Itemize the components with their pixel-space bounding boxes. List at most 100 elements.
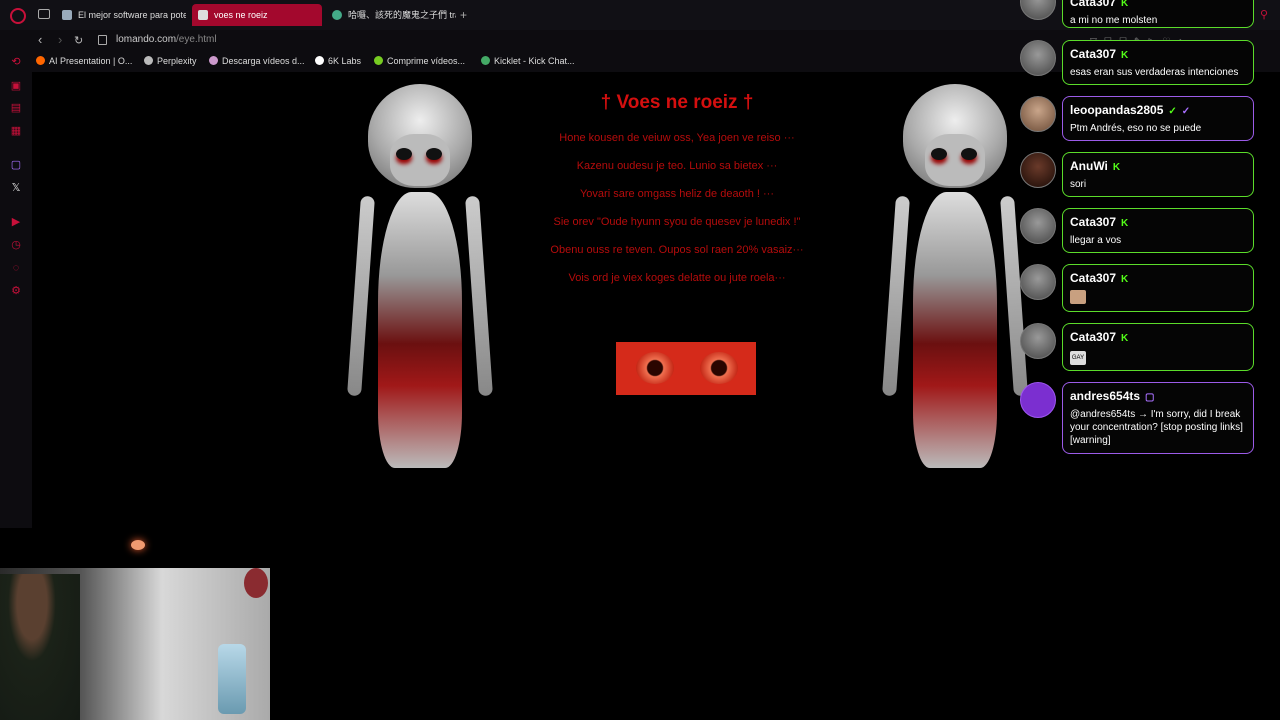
figure-eye: [426, 148, 442, 160]
chat-message: Cata307 K GAY: [1062, 323, 1254, 371]
settings-icon[interactable]: ⚙: [10, 285, 22, 297]
wall-lamp: [244, 568, 268, 598]
tab-label: voes ne roeiz: [214, 10, 268, 20]
figure-arm: [347, 195, 375, 397]
tab-label: El mejor software para pote: [78, 10, 186, 20]
opera-logo-icon[interactable]: [10, 8, 26, 24]
tab-software[interactable]: El mejor software para pote: [56, 4, 186, 26]
avatar: [1020, 96, 1056, 132]
page-text-block: † Voes ne roeiz † Hone kousen de veiuw o…: [512, 92, 842, 300]
avatar: [1020, 208, 1056, 244]
chat-message: Cata307 K a mi no me molsten: [1062, 0, 1254, 28]
back-icon[interactable]: ‹: [38, 32, 42, 47]
figure-eye: [961, 148, 977, 160]
figure-arm: [882, 195, 910, 397]
chat-text: esas eran sus verdaderas intenciones: [1070, 67, 1239, 78]
bookmark-item[interactable]: AI Presentation | O...: [36, 56, 132, 66]
x-icon[interactable]: 𝕏: [10, 182, 22, 194]
figure-arm: [465, 195, 493, 397]
water-bottle: [218, 644, 246, 714]
tab-favicon-icon: [332, 10, 342, 20]
figure-eye: [396, 148, 412, 160]
chat-text: a mi no me molsten: [1070, 15, 1158, 26]
player-icon[interactable]: ▶: [10, 216, 22, 228]
chat-username: leoopandas2805: [1070, 103, 1164, 117]
cat-emote-icon: [1070, 290, 1086, 304]
avatar: [1020, 40, 1056, 76]
figure-face: [925, 134, 985, 186]
chat-username: Cata307: [1070, 0, 1117, 9]
reload-icon[interactable]: ↻: [74, 34, 83, 47]
chat-message: Cata307 K llegar a vos: [1062, 208, 1254, 253]
chat-message: Cata307 K: [1062, 264, 1254, 312]
chat-text: sori: [1070, 179, 1087, 190]
news-icon[interactable]: ▦: [10, 125, 22, 137]
url-path: /eye.html: [176, 34, 217, 45]
eye-shape: [700, 352, 738, 384]
page-line: Vois ord je viex koges delatte ou jute r…: [568, 272, 786, 284]
bookmark-item[interactable]: Descarga vídeos d...: [209, 56, 305, 66]
clock-icon[interactable]: ◷: [10, 239, 22, 251]
tab-voes-ne-roeiz[interactable]: voes ne roeiz: [192, 4, 322, 26]
tab-islands-icon[interactable]: [38, 9, 50, 19]
chat-username: andres654ts: [1070, 389, 1141, 403]
chat-message: AnuWi K sori: [1062, 152, 1254, 197]
bookmark-icon: [315, 56, 324, 65]
twitch-badge-icon: ▢: [1145, 392, 1155, 403]
tab-favicon-icon: [62, 10, 72, 20]
new-tab-button[interactable]: +: [460, 8, 467, 22]
bookmark-item[interactable]: Comprime vídeos...: [374, 56, 465, 66]
chat-text: @andres654ts → I'm sorry, did I break yo…: [1070, 409, 1243, 446]
avatar: [1020, 323, 1056, 359]
verified-badge-icon: ✓: [1168, 106, 1177, 117]
figure-body: [378, 192, 462, 468]
avatar: [1020, 0, 1056, 20]
gay-emote-icon: GAY: [1070, 351, 1086, 365]
red-eyes-image: [616, 342, 756, 395]
page-line: Sie orev "Oude hyunn syou de quesev je l…: [553, 216, 801, 228]
perplexity-icon: [144, 56, 153, 65]
bookmark-item[interactable]: Kicklet - Kick Chat...: [481, 56, 575, 66]
chat-username: AnuWi: [1070, 159, 1108, 173]
history-icon[interactable]: ⟲: [10, 56, 22, 68]
figure-face: [390, 134, 450, 186]
browser-sidebar: ⟲ ▣ ▤ ▦ ▢ 𝕏 ▶ ◷ ◌ ⚙: [0, 52, 32, 528]
wallet-icon[interactable]: ▣: [10, 80, 22, 92]
forward-icon[interactable]: ›: [58, 32, 62, 47]
chat-message: leoopandas2805 ✓ ✓ Ptm Andrés, eso no se p…: [1062, 96, 1254, 141]
chat-text: Ptm Andrés, eso no se puede: [1070, 123, 1202, 134]
tab-label: 哈囉、該死的魔鬼之子們 tra: [348, 10, 456, 20]
page-line: Yovari sare omgass heliz de deaoth ! ···: [579, 188, 775, 200]
ghost-figure-left: [347, 84, 493, 468]
bookmark-icon: [36, 56, 45, 65]
eye-shape: [636, 352, 674, 384]
bookmark-icon: [481, 56, 490, 65]
bookmark-item[interactable]: 6K Labs: [315, 56, 361, 66]
page-line: Kazenu oudesu je teo. Lunio sa bietex ··…: [576, 160, 778, 172]
twitch-icon[interactable]: ▢: [10, 159, 22, 171]
lock-icon: [98, 35, 107, 45]
kick-badge-icon: K: [1121, 50, 1129, 61]
kick-badge-icon: K: [1121, 218, 1129, 229]
pinboard-icon[interactable]: ▤: [10, 102, 22, 114]
streamer-figure: [0, 574, 80, 720]
bookmark-item[interactable]: Perplexity: [144, 56, 197, 66]
kick-badge-icon: K: [1121, 274, 1129, 285]
twitch-badge-icon: ✓: [1181, 106, 1191, 117]
kick-badge-icon: K: [1112, 162, 1121, 173]
chat-username: Cata307: [1070, 47, 1117, 61]
url-host: lomando.com: [116, 34, 177, 45]
chat-overlay: Cata307 K a mi no me molsten Cata307 K esa…: [1014, 0, 1280, 470]
chat-username: Cata307: [1070, 271, 1117, 285]
kick-badge-icon: K: [1121, 333, 1129, 344]
url-field[interactable]: lomando.com/eye.html: [116, 34, 217, 45]
tab-favicon-icon: [198, 10, 208, 20]
tab-chinese[interactable]: 哈囉、該死的魔鬼之子們 tra: [326, 4, 456, 26]
avatar: [1020, 264, 1056, 300]
chat-username: Cata307: [1070, 215, 1117, 229]
ghost-figure-right: [882, 84, 1028, 468]
page-line: Obenu ouss re teven. Oupos sol raen 20% …: [550, 244, 804, 256]
lamp-glow: [131, 540, 145, 550]
bookmark-icon: [374, 56, 383, 65]
chat-icon[interactable]: ◌: [10, 262, 22, 274]
